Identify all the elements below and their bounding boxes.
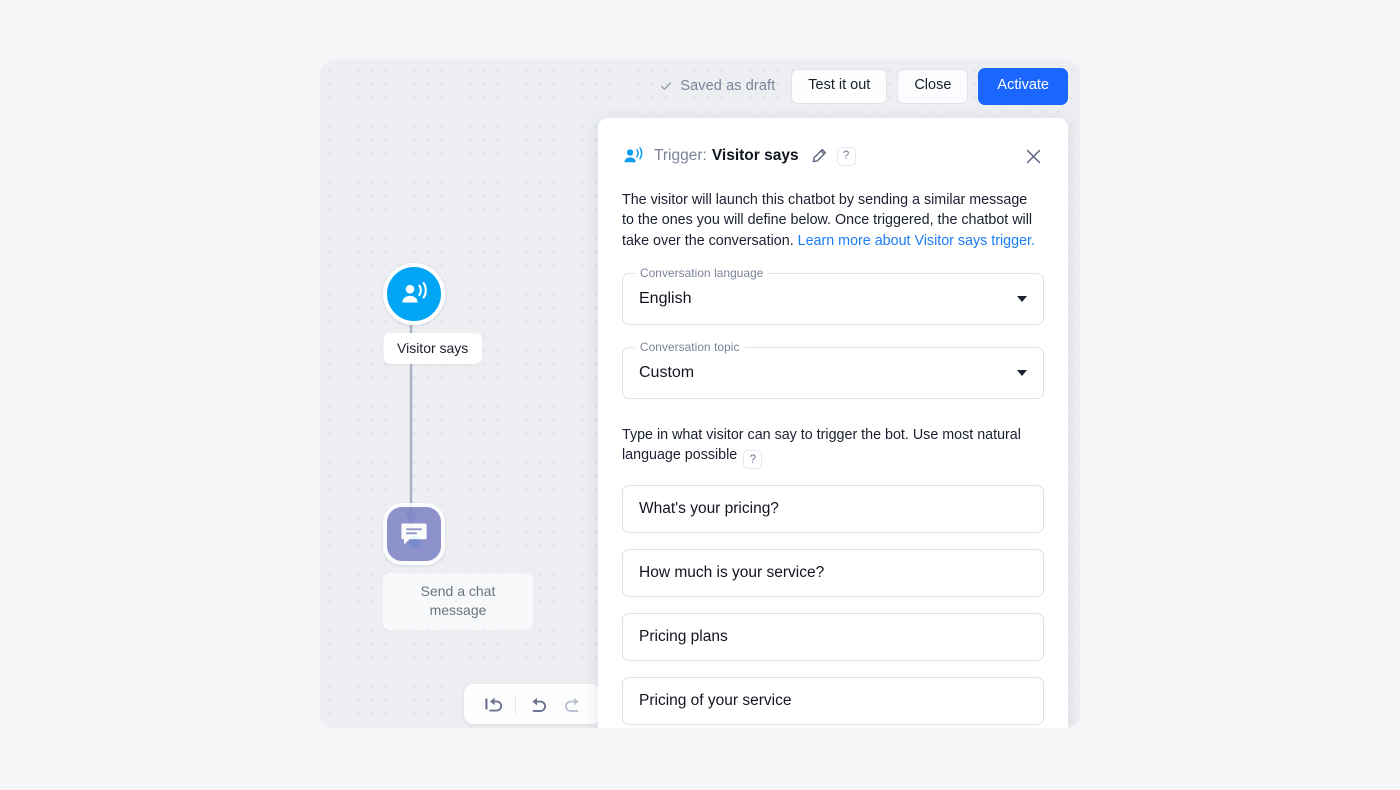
- undo-icon[interactable]: [521, 692, 555, 716]
- conversation-language-select[interactable]: Conversation language English: [622, 265, 1044, 325]
- field-value: English: [639, 289, 692, 307]
- help-icon[interactable]: ?: [743, 450, 763, 470]
- chevron-down-icon[interactable]: [1017, 369, 1027, 376]
- trigger-description: The visitor will launch this chatbot by …: [622, 190, 1042, 251]
- trigger-name: Visitor says: [711, 147, 799, 164]
- check-icon: [661, 82, 672, 91]
- field-label: Conversation topic: [635, 339, 745, 354]
- toolbar-divider: [515, 694, 516, 714]
- visitor-says-icon: [624, 147, 643, 163]
- phrases-hint: Type in what visitor can say to trigger …: [622, 425, 1036, 470]
- trigger-phrase-input[interactable]: What's your pricing?: [622, 485, 1044, 534]
- saved-status: Saved as draft: [659, 78, 775, 94]
- activate-button[interactable]: Activate: [978, 68, 1068, 105]
- field-value: Custom: [639, 363, 695, 381]
- close-button[interactable]: Close: [897, 69, 969, 104]
- reset-icon[interactable]: [476, 692, 510, 716]
- redo-icon[interactable]: [555, 692, 589, 716]
- trigger-phrase-input[interactable]: Pricing plans: [622, 613, 1044, 662]
- chat-message-icon: [401, 523, 427, 545]
- flow-node-send-chat-message[interactable]: Send a chat message: [383, 503, 533, 630]
- close-icon[interactable]: [1025, 148, 1042, 165]
- trigger-prefix-label: Trigger:: [654, 147, 707, 164]
- test-it-out-button[interactable]: Test it out: [791, 69, 888, 104]
- help-icon[interactable]: ?: [836, 146, 856, 166]
- field-label: Conversation language: [635, 265, 769, 280]
- editor-toolbar: Saved as draft Test it out Close Activat…: [659, 68, 1068, 105]
- chat-message-node-icon-box[interactable]: [383, 503, 445, 565]
- flow-node-label: Visitor says: [382, 333, 483, 364]
- flow-node-visitor-says[interactable]: Visitor says: [382, 263, 483, 364]
- trigger-phrase-input[interactable]: Pricing of your service: [622, 677, 1044, 726]
- chatbot-editor-frame: Saved as draft Test it out Close Activat…: [320, 60, 1080, 728]
- visitor-says-node-icon-circle[interactable]: [383, 263, 445, 325]
- conversation-topic-select[interactable]: Conversation topic Custom: [622, 339, 1044, 399]
- trigger-settings-panel: Trigger: Visitor says ? The visitor will…: [598, 118, 1068, 728]
- panel-body: The visitor will launch this chatbot by …: [598, 190, 1068, 726]
- trigger-phrase-input[interactable]: How much is your service?: [622, 549, 1044, 598]
- chevron-down-icon[interactable]: [1017, 295, 1027, 302]
- learn-more-link[interactable]: Learn more about Visitor says trigger.: [798, 233, 1035, 249]
- flow-node-label: Send a chat message: [383, 573, 533, 630]
- visitor-says-icon: [402, 282, 427, 303]
- edit-pencil-icon[interactable]: [811, 148, 827, 164]
- canvas-history-toolbar: [464, 684, 601, 724]
- saved-status-label: Saved as draft: [680, 78, 776, 95]
- panel-header: Trigger: Visitor says ?: [598, 118, 1068, 166]
- phrases-hint-text: Type in what visitor can say to trigger …: [622, 426, 1021, 463]
